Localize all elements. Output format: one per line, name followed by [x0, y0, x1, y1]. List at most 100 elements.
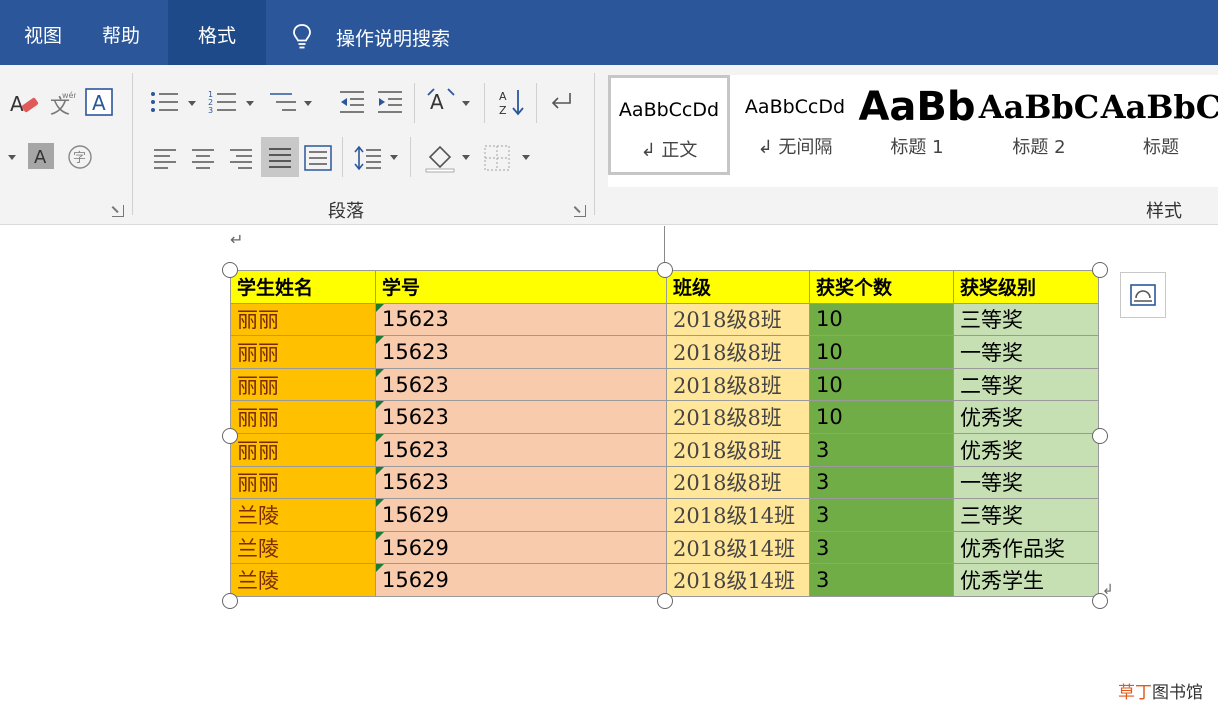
header-award-level: 获奖级别 [953, 270, 1099, 304]
error-indicator [376, 401, 384, 410]
chevron-down-icon[interactable] [188, 101, 196, 106]
cell-count: 10 [809, 367, 954, 402]
center-icon[interactable] [190, 147, 216, 169]
cell-id-text: 15629 [382, 568, 449, 593]
cell-id: 15629 [375, 530, 667, 565]
svg-text:A: A [499, 90, 507, 103]
increase-indent-icon[interactable] [376, 89, 404, 115]
justify-button[interactable] [261, 137, 299, 177]
layout-options-button[interactable] [1120, 272, 1166, 318]
numbering-icon[interactable]: 123 [208, 89, 238, 115]
style-name: 标题 [1143, 137, 1179, 158]
character-border-icon[interactable]: A [84, 87, 114, 117]
align-left-icon[interactable] [152, 147, 178, 169]
text-highlight-icon[interactable]: A [8, 89, 40, 119]
phonetic-guide-icon[interactable]: 文 wén [48, 89, 76, 119]
resize-handle-top-right[interactable] [1092, 262, 1108, 278]
cell-level: 二等奖 [953, 367, 1099, 402]
cell-id-text: 15623 [382, 405, 449, 430]
paragraph-dialog-launcher[interactable] [574, 205, 586, 217]
cell-id: 15623 [375, 465, 667, 500]
cell-name: 丽丽 [230, 335, 376, 369]
cell-class: 2018级14班 [666, 563, 810, 597]
style-name: ↲ 正文 [640, 140, 698, 161]
tab-format[interactable]: 格式 [168, 0, 266, 65]
svg-text:wén: wén [62, 90, 76, 100]
style-sample: AaBb [858, 84, 976, 130]
chevron-down-icon[interactable] [304, 101, 312, 106]
style-normal[interactable]: AaBbCcDd ↲ 正文 [608, 75, 730, 175]
resize-handle-left[interactable] [222, 428, 238, 444]
resize-handle-top-left[interactable] [222, 262, 238, 278]
chevron-down-icon[interactable] [462, 101, 470, 106]
cell-end-mark: ↲ [1102, 582, 1114, 598]
header-student-name: 学生姓名 [230, 270, 376, 304]
resize-handle-bottom[interactable] [657, 593, 673, 609]
cell-id: 15623 [375, 302, 667, 337]
tab-view[interactable]: 视图 [24, 0, 74, 65]
sort-icon[interactable]: AZ [498, 87, 526, 117]
chevron-down-icon[interactable] [246, 101, 254, 106]
paragraph-group-label: 段落 [328, 201, 364, 222]
table-row: 兰陵 15629 2018级14班 3 优秀作品奖 [230, 530, 1099, 565]
cell-count: 3 [809, 563, 954, 597]
watermark-text: 图书馆 [1152, 683, 1203, 703]
chevron-down-icon[interactable] [522, 155, 530, 160]
borders-icon[interactable] [484, 145, 510, 171]
cell-level: 三等奖 [953, 302, 1099, 337]
cell-id: 15629 [375, 563, 667, 597]
header-award-count: 获奖个数 [809, 270, 954, 304]
chevron-down-icon[interactable] [8, 155, 16, 160]
ribbon: A 文 wén A A 字 123 A [0, 65, 1218, 225]
error-indicator [376, 434, 384, 442]
cell-class: 2018级8班 [666, 400, 810, 434]
cell-name: 兰陵 [230, 563, 376, 597]
distributed-icon[interactable] [304, 145, 332, 171]
decrease-indent-icon[interactable] [338, 89, 366, 115]
cell-count: 10 [809, 335, 954, 369]
error-indicator [376, 304, 384, 312]
align-right-icon[interactable] [228, 147, 254, 169]
multilevel-list-icon[interactable] [268, 89, 298, 115]
shading-icon[interactable] [424, 141, 456, 173]
cell-level: 三等奖 [953, 498, 1099, 532]
svg-text:A: A [92, 91, 106, 115]
cell-level: 一等奖 [953, 465, 1099, 500]
watermark-accent: 草丁 [1118, 683, 1152, 703]
line-spacing-icon[interactable] [354, 145, 382, 171]
styles-gallery: AaBbCcDd ↲ 正文 AaBbCcDd ↲ 无间隔 AaBb 标题 1 A… [608, 75, 1218, 187]
tell-me-search[interactable]: 操作说明搜索 [292, 22, 450, 52]
style-title[interactable]: AaBbC 标题 [1100, 75, 1218, 175]
chinese-layout-icon[interactable]: A [426, 87, 456, 115]
embedded-table-object[interactable]: 学生姓名 学号 班级 获奖个数 获奖级别 丽丽 15623 2018级8班 10 三等奖… [230, 270, 1100, 598]
cell-class: 2018级14班 [666, 498, 810, 532]
chevron-down-icon[interactable] [390, 155, 398, 160]
show-marks-icon[interactable] [548, 91, 572, 111]
style-no-spacing[interactable]: AaBbCcDd ↲ 无间隔 [734, 75, 856, 175]
paragraph-mark: ↵ [230, 230, 244, 249]
rotation-handle-line [664, 226, 665, 262]
style-heading-2[interactable]: AaBbC 标题 2 [978, 75, 1100, 175]
cell-id-text: 15629 [382, 502, 449, 527]
divider [342, 137, 343, 177]
chevron-down-icon[interactable] [462, 155, 470, 160]
bullets-icon[interactable] [150, 89, 180, 115]
tab-help[interactable]: 帮助 [102, 0, 152, 65]
style-heading-1[interactable]: AaBb 标题 1 [856, 75, 978, 175]
resize-handle-right[interactable] [1092, 428, 1108, 444]
cell-level: 优秀奖 [953, 432, 1099, 467]
table-row: 丽丽 15623 2018级8班 10 优秀奖 [230, 400, 1099, 434]
header-student-id: 学号 [375, 270, 667, 304]
cell-count: 3 [809, 530, 954, 565]
font-dialog-launcher[interactable] [112, 205, 124, 217]
styles-group-label: 样式 [1146, 201, 1182, 222]
cell-name: 丽丽 [230, 400, 376, 434]
resize-handle-top[interactable] [657, 262, 673, 278]
resize-handle-bottom-left[interactable] [222, 593, 238, 609]
svg-text:字: 字 [73, 151, 86, 166]
enclose-character-icon[interactable]: 字 [66, 143, 94, 171]
cell-class: 2018级8班 [666, 367, 810, 402]
table-row: 兰陵 15629 2018级14班 3 三等奖 [230, 498, 1099, 532]
character-shading-icon[interactable]: A [28, 143, 54, 169]
cell-id-text: 15623 [382, 470, 449, 495]
